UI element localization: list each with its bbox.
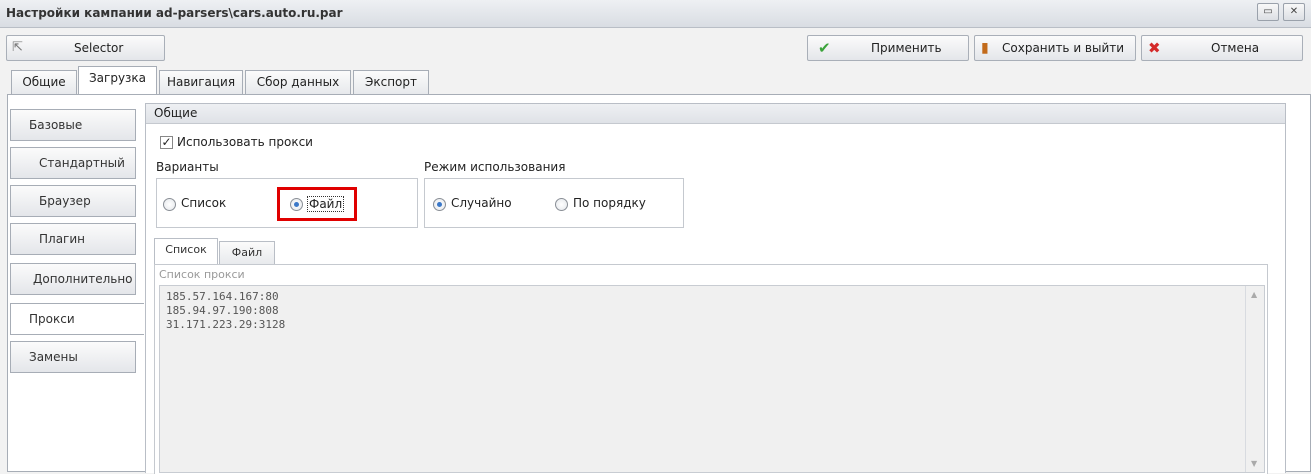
check-icon: ✔ (818, 39, 831, 57)
exit-door-icon: ▮ (981, 40, 989, 56)
panel-title: Общие (146, 104, 1285, 124)
sidebar-item-label: Плагин (39, 232, 85, 246)
proxy-line: 185.57.164.167:80 (166, 290, 279, 303)
tab-loading[interactable]: Загрузка (78, 66, 157, 94)
scroll-up-icon[interactable]: ▲ (1251, 290, 1257, 299)
sidebar-item-label: Стандартный (39, 156, 125, 170)
sidebar-item-label: Браузер (39, 194, 91, 208)
save-exit-button[interactable]: ▮ Сохранить и выйти (974, 35, 1136, 61)
sidebar-item-advanced[interactable]: Дополнительно (10, 263, 136, 295)
top-tabs: Общие Загрузка Навигация Сбор данных Экс… (0, 66, 1311, 94)
sidebar-item-browser[interactable]: Браузер (10, 185, 136, 217)
proxy-line: 185.94.97.190:808 (166, 304, 279, 317)
proxy-list-textarea[interactable]: 185.57.164.167:80 185.94.97.190:808 31.1… (159, 285, 1265, 473)
cursor-icon: ⇱ (12, 40, 23, 55)
save-exit-button-label: Сохранить и выйти (1002, 41, 1125, 55)
sidebar-item-label: Замены (29, 350, 78, 364)
tab-general[interactable]: Общие (11, 70, 77, 94)
proxy-settings-panel: Общие ✓ Использовать прокси Варианты Спи… (145, 103, 1286, 474)
variants-label: Варианты (156, 160, 219, 174)
sidebar-item-proxy[interactable]: Прокси (10, 303, 144, 335)
toolbar: ⇱ Selector ✔ Применить ▮ Сохранить и вый… (0, 28, 1311, 66)
radio-list-label: Список (181, 196, 227, 210)
sidebar-item-label: Базовые (29, 118, 83, 132)
radio-random-label: Случайно (451, 196, 512, 210)
tab-export[interactable]: Экспорт (353, 70, 429, 94)
use-proxy-label: Использовать прокси (177, 135, 313, 149)
usage-mode-group: Случайно По порядку (424, 178, 684, 228)
cancel-button[interactable]: ✖ Отмена (1141, 35, 1303, 61)
radio-random[interactable] (433, 198, 446, 211)
sidebar-item-plugin[interactable]: Плагин (10, 223, 136, 255)
sidebar-item-replacements[interactable]: Замены (10, 341, 136, 373)
radio-in-order[interactable] (555, 198, 568, 211)
cancel-x-icon: ✖ (1148, 39, 1161, 57)
cancel-button-label: Отмена (1211, 41, 1260, 55)
use-proxy-checkbox[interactable]: ✓ (160, 136, 173, 149)
scroll-down-icon[interactable]: ▼ (1251, 459, 1257, 468)
subtab-list[interactable]: Список (154, 238, 218, 265)
usage-mode-label: Режим использования (424, 160, 566, 174)
apply-button[interactable]: ✔ Применить (807, 35, 969, 61)
sidebar-item-label: Дополнительно (33, 272, 133, 286)
restore-icon[interactable]: ▭ (1257, 3, 1279, 21)
variants-group: Список Файл (156, 178, 418, 228)
title-bar: Настройки кампании ad-parsers\cars.auto.… (0, 0, 1311, 28)
selector-button-label: Selector (74, 41, 124, 55)
proxy-line: 31.171.223.29:3128 (166, 318, 286, 331)
radio-list[interactable] (163, 198, 176, 211)
list-tab-content: Список прокси 185.57.164.167:80 185.94.9… (154, 264, 1268, 474)
tab-navigation[interactable]: Навигация (159, 70, 243, 94)
vertical-scrollbar[interactable]: ▲ ▼ (1245, 286, 1264, 472)
apply-button-label: Применить (871, 41, 942, 55)
radio-file[interactable] (290, 198, 303, 211)
radio-file-label: Файл (307, 196, 345, 212)
sidebar-item-basic[interactable]: Базовые (10, 109, 136, 141)
proxy-list-label: Список прокси (159, 268, 245, 281)
content-area: Базовые Стандартный Браузер Плагин Допол… (7, 94, 1311, 474)
tab-data-collection[interactable]: Сбор данных (245, 70, 351, 94)
close-icon[interactable]: ✕ (1283, 3, 1305, 21)
sidebar-item-label: Прокси (29, 312, 75, 326)
radio-in-order-label: По порядку (573, 196, 646, 210)
sidebar-item-standard[interactable]: Стандартный (10, 147, 136, 179)
selector-button[interactable]: ⇱ Selector (6, 35, 165, 61)
window-title: Настройки кампании ad-parsers\cars.auto.… (6, 6, 343, 20)
subtab-file[interactable]: Файл (219, 241, 275, 265)
